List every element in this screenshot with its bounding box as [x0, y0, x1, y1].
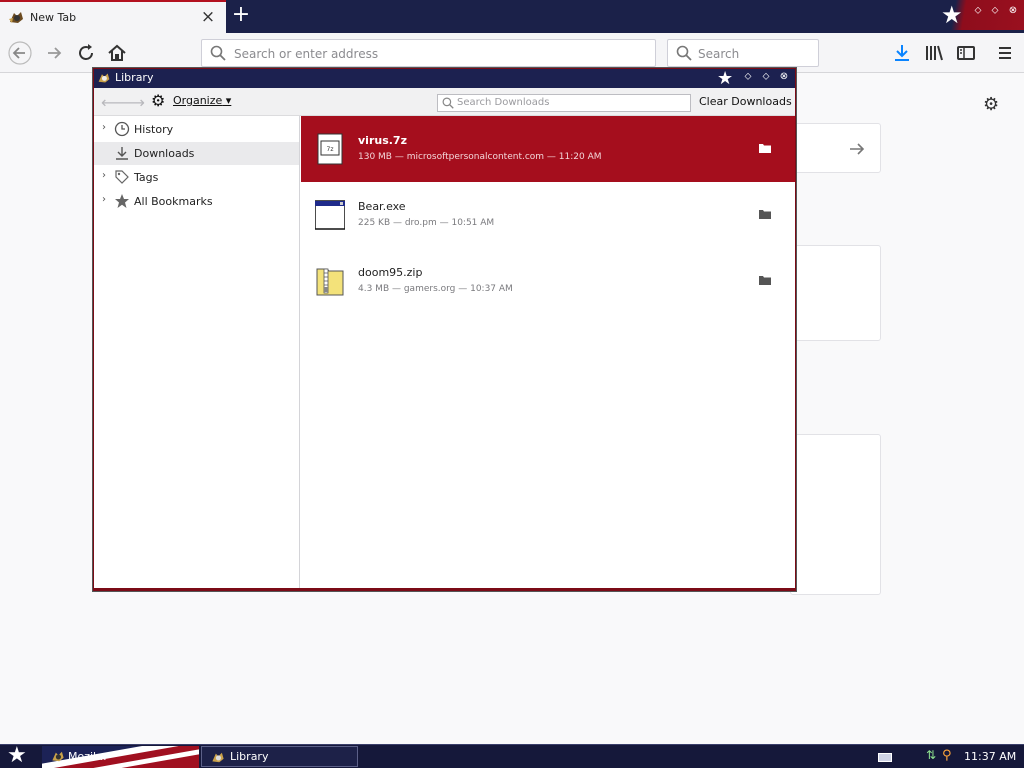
downloads-list: 7z virus.7z 130 MB — microsoftpersonalco… [301, 116, 795, 588]
home-button[interactable] [105, 41, 129, 65]
download-details: 225 KB — dro.pm — 10:51 AM [358, 218, 495, 228]
search-icon [442, 97, 454, 109]
menu-hamburger-icon[interactable] [993, 41, 1017, 65]
library-bottom-border [94, 588, 795, 591]
search-downloads-placeholder: Search Downloads [457, 97, 550, 108]
taskbar-item-label: Mozil... [68, 750, 107, 763]
address-bar-placeholder: Search or enter address [234, 47, 379, 61]
library-maximize-button[interactable]: ⬦ [759, 71, 773, 82]
sidebar-item-label: Tags [134, 171, 159, 184]
sidebar-item-tags[interactable]: › Tags [94, 166, 299, 189]
sidebar-item-downloads[interactable]: Downloads [94, 142, 299, 165]
newtab-highlight-card[interactable] [790, 434, 881, 595]
library-button-icon[interactable] [922, 41, 946, 65]
organize-label: Organize [173, 94, 223, 107]
tab-strip: New Tab × + ★ ⬦ ⬦ ⊗ [0, 0, 1024, 33]
arrow-right-icon[interactable] [847, 139, 867, 159]
library-minimize-button[interactable]: ⬦ [741, 71, 755, 82]
zip-file-icon [316, 268, 344, 296]
open-folder-icon[interactable] [758, 208, 772, 220]
network-tray-icon[interactable]: ⇅ [926, 748, 936, 762]
svg-text:7z: 7z [327, 146, 334, 153]
close-tab-icon[interactable]: × [200, 8, 216, 26]
new-tab-button[interactable]: + [230, 4, 252, 27]
clock[interactable]: 11:37 AM [964, 750, 1016, 763]
search-bar[interactable]: Search [667, 39, 819, 67]
archive-file-icon: 7z [317, 133, 343, 165]
library-sidebar: › History Downloads › Tags › All Bookmar… [94, 116, 300, 588]
keyboard-tray-icon[interactable] [878, 753, 892, 762]
clear-downloads-button[interactable]: Clear Downloads [699, 95, 792, 108]
open-folder-icon[interactable] [758, 274, 772, 286]
library-back-arrow-icon[interactable]: ⟵ [101, 93, 124, 112]
open-folder-icon[interactable] [758, 142, 772, 154]
sidebar-item-all-bookmarks[interactable]: › All Bookmarks [94, 190, 299, 213]
taskbar-item-label: Library [230, 750, 269, 763]
navigation-toolbar: Search or enter address Search [0, 33, 1024, 73]
gear-icon[interactable]: ⚙ [983, 94, 999, 115]
library-close-button[interactable]: ⊗ [777, 71, 791, 82]
newtab-search-card[interactable] [790, 123, 881, 173]
executable-file-icon [315, 200, 345, 230]
star-icon [115, 194, 129, 208]
back-button[interactable] [8, 41, 32, 65]
search-downloads-input[interactable]: Search Downloads [437, 94, 691, 112]
download-filename: Bear.exe [358, 200, 406, 213]
taskbar-item-library[interactable]: Library [201, 746, 358, 767]
download-details: 130 MB — microsoftpersonalcontent.com — … [358, 152, 602, 162]
library-window: Library ★ ⬦ ⬦ ⊗ ⟵ ⟶ ⚙ Organize ▾ Search … [93, 68, 796, 591]
forward-button[interactable] [42, 41, 66, 65]
firefox-favicon-icon [98, 73, 110, 83]
download-icon [116, 147, 128, 160]
tab-title: New Tab [30, 11, 77, 24]
tab-new-tab[interactable]: New Tab × [0, 0, 226, 33]
minimize-window-button[interactable]: ⬦ [971, 5, 985, 16]
downloads-button-icon[interactable] [890, 41, 914, 65]
download-filename: doom95.zip [358, 266, 423, 279]
sidebar-item-label: History [134, 123, 174, 136]
firefox-favicon-icon [9, 12, 23, 23]
tag-icon [115, 170, 129, 184]
download-details: 4.3 MB — gamers.org — 10:37 AM [358, 284, 513, 294]
close-window-button[interactable]: ⊗ [1006, 5, 1020, 16]
reload-button[interactable] [74, 41, 98, 65]
search-icon [676, 45, 692, 61]
download-item[interactable]: 7z virus.7z 130 MB — microsoftpersonalco… [301, 116, 795, 182]
taskbar-item-browser[interactable]: Mozil... [42, 746, 199, 768]
search-bar-placeholder: Search [698, 47, 740, 61]
library-title: Library [115, 71, 154, 84]
library-titlebar[interactable]: Library ★ ⬦ ⬦ ⊗ [94, 68, 795, 89]
taskbar: ★ Mozil... Library ⇅ ⚲ 11:37 AM [0, 744, 1024, 768]
address-bar[interactable]: Search or enter address [201, 39, 656, 67]
download-item[interactable]: doom95.zip 4.3 MB — gamers.org — 10:37 A… [301, 248, 795, 314]
sidebar-item-label: Downloads [134, 147, 195, 160]
download-item[interactable]: Bear.exe 225 KB — dro.pm — 10:51 AM [301, 182, 795, 248]
sidebar-item-history[interactable]: › History [94, 118, 299, 141]
expand-twisty-icon[interactable]: › [102, 170, 106, 181]
expand-twisty-icon[interactable]: › [102, 122, 106, 133]
maximize-window-button[interactable]: ⬦ [988, 5, 1002, 16]
clock-icon [114, 121, 130, 137]
expand-twisty-icon[interactable]: › [102, 194, 106, 205]
firefox-favicon-icon [212, 752, 224, 763]
library-forward-arrow-icon[interactable]: ⟶ [122, 93, 145, 112]
search-icon [210, 45, 226, 61]
sidebar-toggle-icon[interactable] [954, 41, 978, 65]
download-filename: virus.7z [358, 134, 407, 147]
library-toolbar: ⟵ ⟶ ⚙ Organize ▾ Search Downloads Clear … [94, 88, 795, 116]
gear-icon: ⚙ [151, 91, 166, 110]
sidebar-item-label: All Bookmarks [134, 195, 213, 208]
search-tray-icon[interactable]: ⚲ [942, 748, 952, 763]
firefox-favicon-icon [52, 751, 64, 762]
theme-star-icon: ★ [941, 1, 963, 29]
start-button-star-icon[interactable]: ★ [7, 744, 27, 768]
organize-menu-button[interactable]: Organize ▾ [173, 94, 231, 107]
newtab-topsite-card[interactable] [790, 245, 881, 341]
